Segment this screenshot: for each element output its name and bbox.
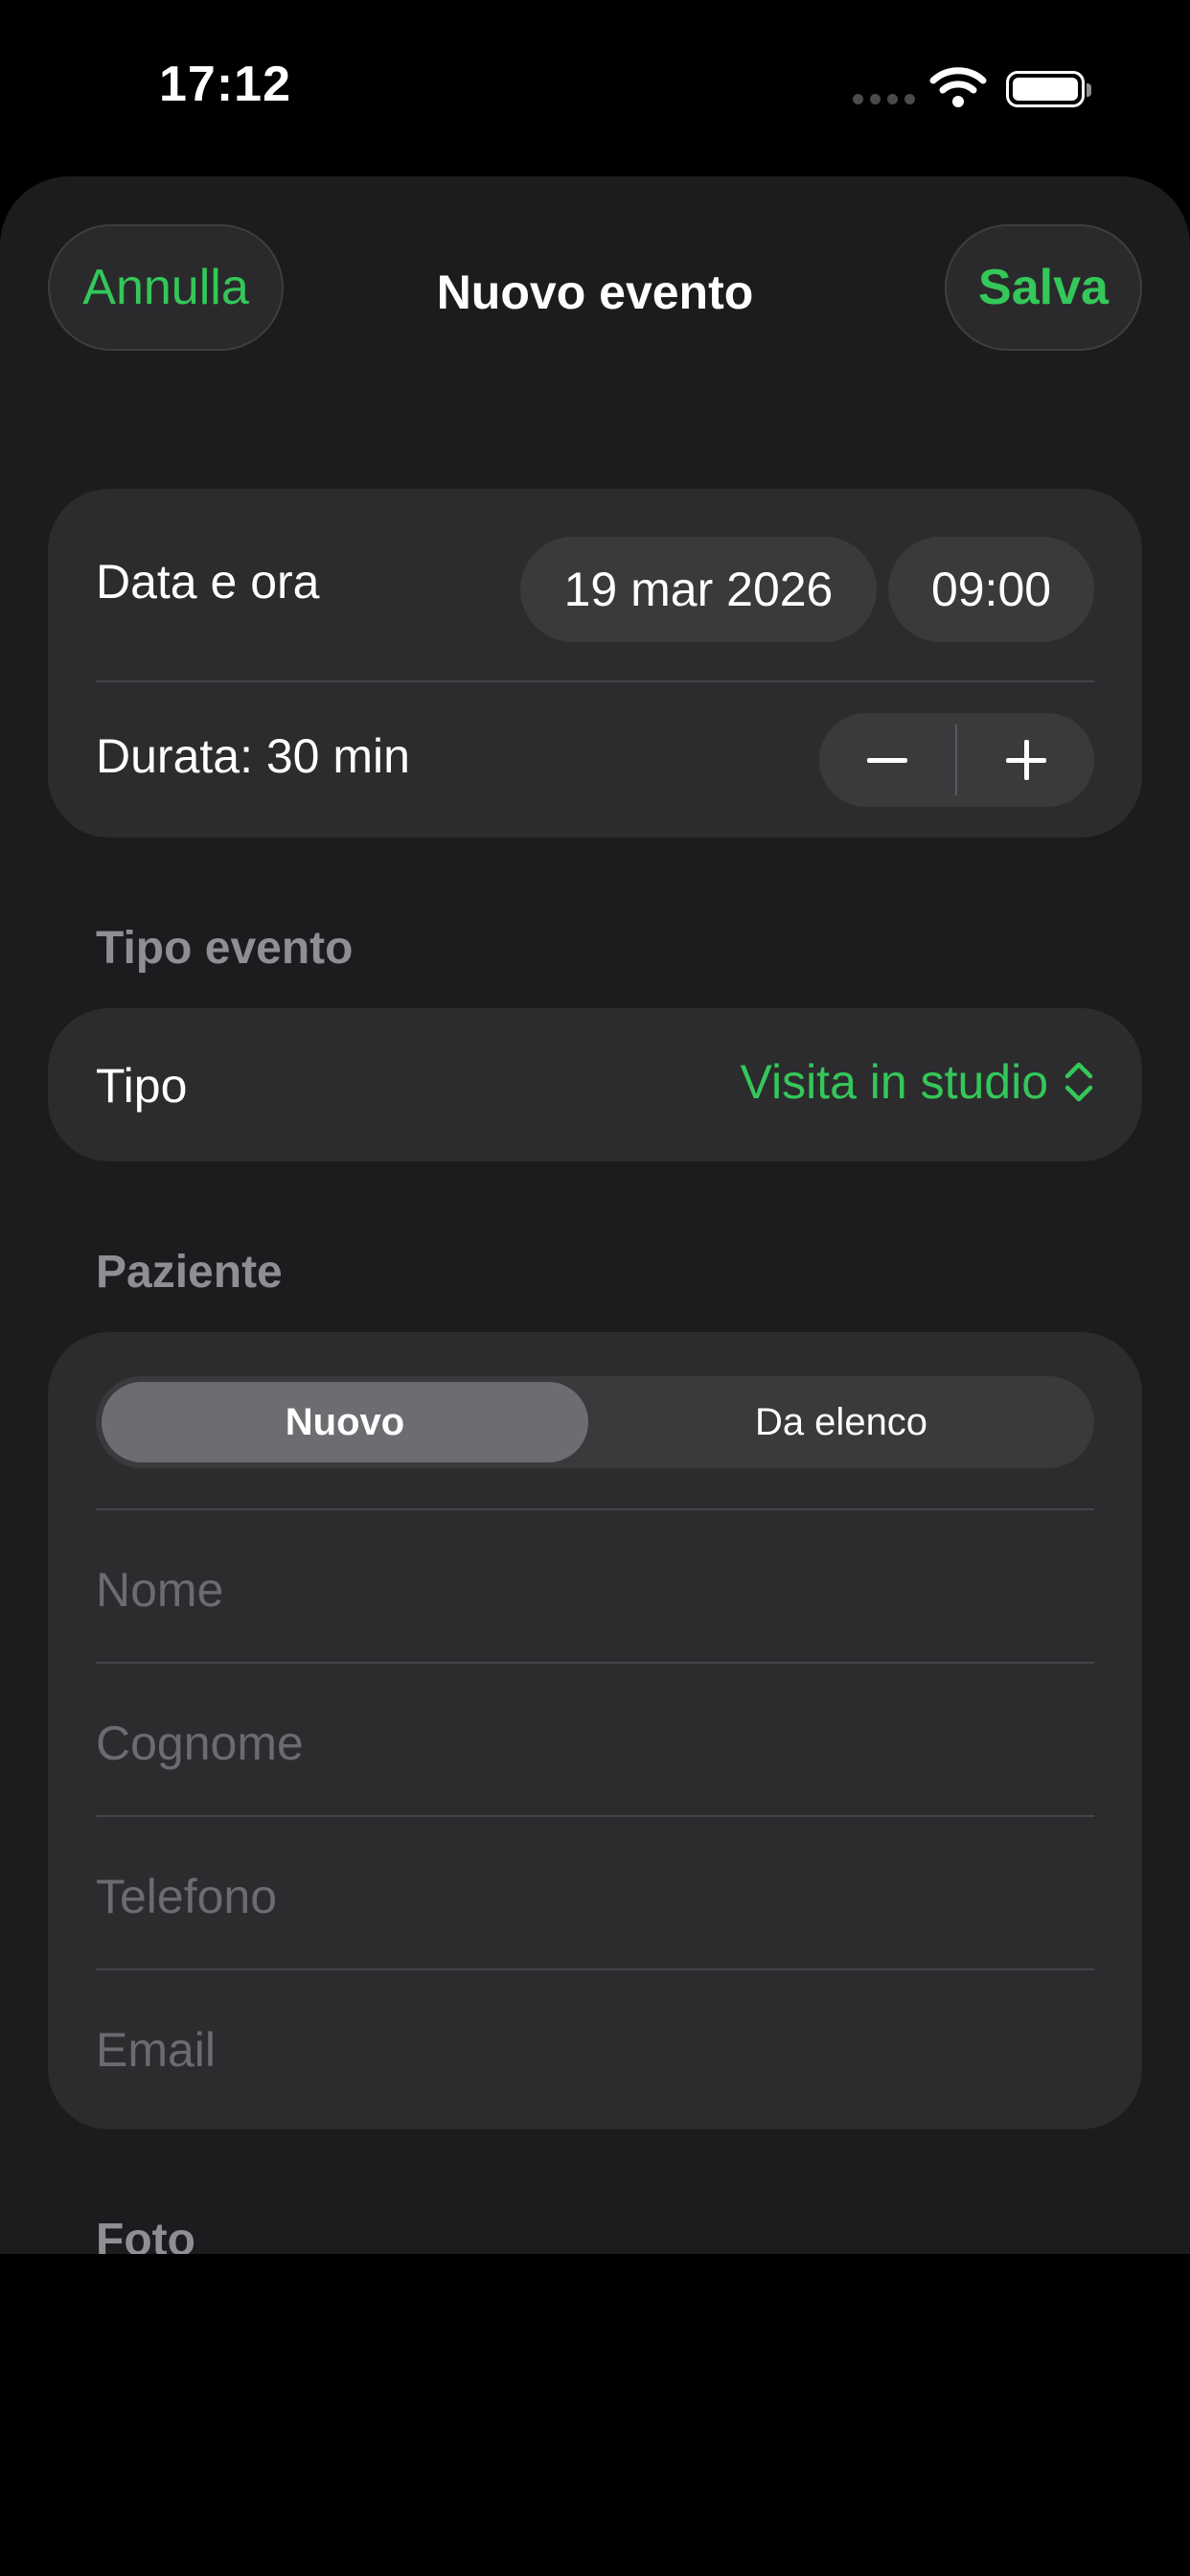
segment-new[interactable]: Nuovo [102, 1382, 588, 1462]
plus-icon-vertical [1024, 740, 1029, 780]
divider [96, 1662, 1094, 1664]
first-name-field[interactable]: Nome [96, 1562, 1094, 1618]
battery-icon [1006, 71, 1091, 107]
last-name-field[interactable]: Cognome [96, 1715, 1094, 1771]
email-field[interactable]: Email [96, 2022, 1094, 2078]
wifi-icon [929, 67, 987, 107]
date-picker-button[interactable]: 19 mar 2026 [520, 537, 877, 642]
new-event-sheet: Annulla Nuovo evento Salva Data e ora 19… [0, 176, 1190, 2254]
duration-label: Durata: 30 min [96, 729, 410, 783]
event-type-picker[interactable]: Visita in studio [741, 1054, 1094, 1110]
chevron-up-down-icon [1064, 1062, 1093, 1102]
duration-stepper [819, 713, 1094, 807]
cellular-signal-icon [853, 94, 915, 104]
status-time: 17:12 [159, 57, 291, 112]
status-bar: 17:12 [0, 0, 1190, 172]
divider [96, 1815, 1094, 1817]
datetime-card: Data e ora 19 mar 2026 09:00 Durata: 30 … [48, 489, 1142, 838]
patient-segmented-control: Nuovo Da elenco [96, 1376, 1094, 1468]
time-picker-button[interactable]: 09:00 [888, 537, 1094, 642]
divider [96, 680, 1094, 682]
photo-section-title: Foto [96, 2215, 195, 2254]
minus-icon [867, 758, 907, 763]
divider [96, 1508, 1094, 1510]
event-type-section-title: Tipo evento [96, 923, 354, 974]
event-type-card[interactable]: Tipo Visita in studio [48, 1008, 1142, 1162]
event-type-value: Visita in studio [740, 1055, 1048, 1109]
divider [96, 1968, 1094, 1970]
dynamic-island [408, 34, 780, 142]
save-button[interactable]: Salva [945, 224, 1142, 351]
decrement-button[interactable] [819, 713, 955, 807]
increment-button[interactable] [957, 713, 1094, 807]
datetime-label: Data e ora [96, 555, 320, 609]
patient-card: Nuovo Da elenco Nome Cognome Telefono Em… [48, 1332, 1142, 2129]
segment-from-list[interactable]: Da elenco [594, 1382, 1088, 1462]
event-type-label: Tipo [96, 1059, 188, 1113]
phone-field[interactable]: Telefono [96, 1869, 1094, 1924]
patient-section-title: Paziente [96, 1247, 283, 1298]
